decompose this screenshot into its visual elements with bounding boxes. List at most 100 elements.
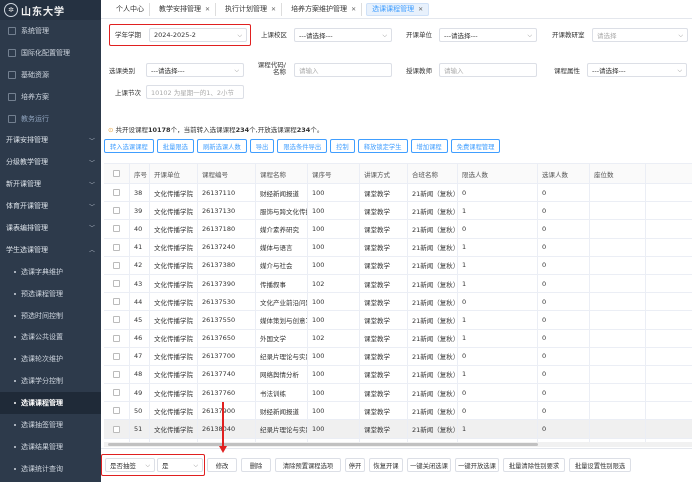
- table-row[interactable]: 49文化传播学院26137760书法训练100课堂教学21新闻（复秋）班00: [104, 384, 692, 403]
- research-select[interactable]: 请选择 ⌵: [592, 28, 688, 42]
- checkbox[interactable]: [113, 389, 120, 397]
- close-icon[interactable]: ✕: [205, 6, 210, 13]
- row-select-cell[interactable]: [104, 365, 130, 384]
- action-button[interactable]: 控制: [330, 139, 355, 153]
- row-select-cell[interactable]: [104, 293, 130, 311]
- close-icon[interactable]: ✕: [271, 6, 276, 13]
- checkbox[interactable]: [113, 298, 120, 306]
- sidebar-group[interactable]: 课表编排管理 ﹀: [0, 217, 101, 239]
- column-header[interactable]: [104, 164, 130, 183]
- checkbox[interactable]: [113, 370, 120, 378]
- bottom-action-button[interactable]: 一键关闭选课: [407, 458, 451, 472]
- sidebar-subitem[interactable]: 选课统计查询: [0, 458, 101, 480]
- teacher-input[interactable]: 请输入: [439, 63, 537, 77]
- row-select-cell[interactable]: [104, 311, 130, 329]
- bottom-action-button[interactable]: 修改: [207, 458, 237, 472]
- table-row[interactable]: 41文化传播学院26137240媒体与语言100课堂教学21新闻（复秋）班10: [104, 238, 692, 257]
- sidebar-subitem[interactable]: 选课字典维护: [0, 261, 101, 283]
- action-button[interactable]: 导出: [249, 139, 275, 153]
- dept-select[interactable]: ---请选择--- ⌵: [439, 28, 537, 42]
- bottom-action-button[interactable]: 停开: [345, 458, 365, 472]
- table-row[interactable]: 50文化传播学院26137900财经新闻报道100课堂教学21新闻（复秋）班00: [104, 402, 692, 421]
- tab[interactable]: 教学安排管理 ✕: [154, 2, 217, 16]
- checkbox[interactable]: [113, 316, 120, 324]
- sidebar-item[interactable]: 系统管理: [0, 20, 101, 42]
- category-select[interactable]: ---请选择--- ⌵: [146, 63, 244, 77]
- checkbox[interactable]: [113, 407, 120, 415]
- table-row[interactable]: 40文化传播学院26137180媒介素养研究100课堂教学21新闻（复秋）班00: [104, 220, 692, 239]
- bottom-action-button[interactable]: 删除: [241, 458, 271, 472]
- sidebar-subitem[interactable]: 预选时间控制: [0, 305, 101, 327]
- campus-select[interactable]: ---请选择--- ⌵: [294, 28, 392, 42]
- course-code-input[interactable]: 请输入: [294, 63, 392, 77]
- bottom-action-button[interactable]: 批量清除性别要求: [503, 458, 565, 472]
- close-icon[interactable]: ✕: [418, 6, 423, 13]
- tab[interactable]: 培养方案维护管理 ✕: [286, 2, 363, 16]
- checkbox[interactable]: [113, 189, 120, 197]
- row-select-cell[interactable]: [104, 184, 130, 202]
- bottom-action-button[interactable]: 批量设置性别限选: [569, 458, 631, 472]
- tab[interactable]: 选课课程管理 ✕: [366, 2, 430, 16]
- row-select-cell[interactable]: [104, 256, 130, 274]
- row-select-cell[interactable]: [104, 202, 130, 220]
- bottom-action-button[interactable]: 恢复开课: [369, 458, 403, 472]
- horizontal-scrollbar[interactable]: [104, 442, 692, 447]
- sidebar-item[interactable]: 国际化配置管理: [0, 42, 101, 64]
- action-button[interactable]: 批量限选: [156, 139, 194, 153]
- bottom-action-button[interactable]: 清除预置课程选项: [275, 458, 341, 472]
- tab[interactable]: 执行计划管理 ✕: [220, 2, 283, 16]
- sidebar-subitem[interactable]: 选课公共设置: [0, 326, 101, 348]
- action-button[interactable]: 限选条件导出: [277, 139, 328, 153]
- sidebar-group[interactable]: 新开课管理 ﹀: [0, 173, 101, 195]
- sidebar-item[interactable]: 培养方案: [0, 86, 101, 108]
- table-row[interactable]: 47文化传播学院26137700纪录片理论与实践100课堂教学21新闻（复秋）班…: [104, 347, 692, 366]
- action-button[interactable]: 释放锁定学生: [357, 139, 408, 153]
- sidebar-subitem[interactable]: 选课抽签管理: [0, 414, 101, 436]
- sidebar-group[interactable]: 学生选课管理 ︿: [0, 239, 101, 261]
- sidebar-item[interactable]: 教务运行: [0, 108, 101, 130]
- table-row[interactable]: 48文化传播学院26137740网络舆情分析100课堂教学21新闻（复秋）班10: [104, 365, 692, 385]
- table-row[interactable]: 51文化传播学院26138040纪录片理论与实践100课堂教学21新闻（复秋）班…: [104, 420, 692, 439]
- checkbox[interactable]: [113, 425, 120, 433]
- checkbox[interactable]: [113, 243, 120, 251]
- checkbox[interactable]: [113, 225, 120, 233]
- table-row[interactable]: 42文化传播学院26137380媒介与社会100课堂教学21新闻（复秋）班10: [104, 256, 692, 275]
- table-row[interactable]: 44文化传播学院26137530文化产业前沿问题100课堂教学21新闻（复秋）班…: [104, 293, 692, 312]
- sidebar-subitem[interactable]: 选课结果管理: [0, 436, 101, 458]
- sidebar-subitem[interactable]: 选课学分控制: [0, 370, 101, 392]
- table-row[interactable]: 46文化传播学院26137650外国文学102课堂教学21新闻（复秋）班10: [104, 329, 692, 348]
- table-row[interactable]: 39文化传播学院26137130服饰与跨文化传播100课堂教学21新闻（复秋）班…: [104, 202, 692, 221]
- sidebar-group[interactable]: 体育开课管理 ﹀: [0, 195, 101, 217]
- row-select-cell[interactable]: [104, 329, 130, 347]
- table-row[interactable]: 38文化传播学院26137110财经新闻报道100课堂教学21新闻（复秋）班00: [104, 184, 692, 203]
- bottom-action-button[interactable]: 一键开放选课: [455, 458, 499, 472]
- sidebar-group[interactable]: 开课安排管理 ﹀: [0, 129, 101, 151]
- checkbox[interactable]: [113, 261, 120, 269]
- checkbox[interactable]: [113, 352, 120, 360]
- sidebar-group[interactable]: 分级教学管理 ﹀: [0, 151, 101, 173]
- sidebar-subitem[interactable]: 选课轮次维护: [0, 348, 101, 370]
- row-select-cell[interactable]: [104, 220, 130, 238]
- close-icon[interactable]: ✕: [351, 6, 356, 13]
- row-select-cell[interactable]: [104, 347, 130, 365]
- action-button[interactable]: 增加课程: [410, 139, 448, 153]
- table-row[interactable]: 45文化传播学院26137550媒体策划与创意写作100课堂教学21新闻（复秋）…: [104, 311, 692, 330]
- checkbox[interactable]: [113, 170, 120, 177]
- row-select-cell[interactable]: [104, 420, 130, 438]
- action-button[interactable]: 免费课程管理: [450, 139, 501, 153]
- scrollbar-thumb[interactable]: [108, 443, 538, 446]
- checkbox[interactable]: [113, 334, 120, 342]
- action-button[interactable]: 转入选课课程: [104, 139, 154, 153]
- table-row[interactable]: 43文化传播学院26137390传播叙事102课堂教学21新闻（复秋）班10: [104, 274, 692, 294]
- sidebar-subitem[interactable]: 预选课程管理: [0, 283, 101, 305]
- tab[interactable]: 个人中心: [111, 2, 150, 16]
- period-input[interactable]: 10102 为星期一的1、2小节: [146, 85, 244, 99]
- checkbox[interactable]: [113, 280, 120, 288]
- action-button[interactable]: 刷新选课人数: [196, 139, 247, 153]
- sidebar-item[interactable]: 基础资源: [0, 64, 101, 86]
- row-select-cell[interactable]: [104, 384, 130, 402]
- checkbox[interactable]: [113, 207, 120, 215]
- row-select-cell[interactable]: [104, 274, 130, 293]
- attr-select[interactable]: ---请选择--- ⌵: [587, 63, 687, 77]
- row-select-cell[interactable]: [104, 402, 130, 420]
